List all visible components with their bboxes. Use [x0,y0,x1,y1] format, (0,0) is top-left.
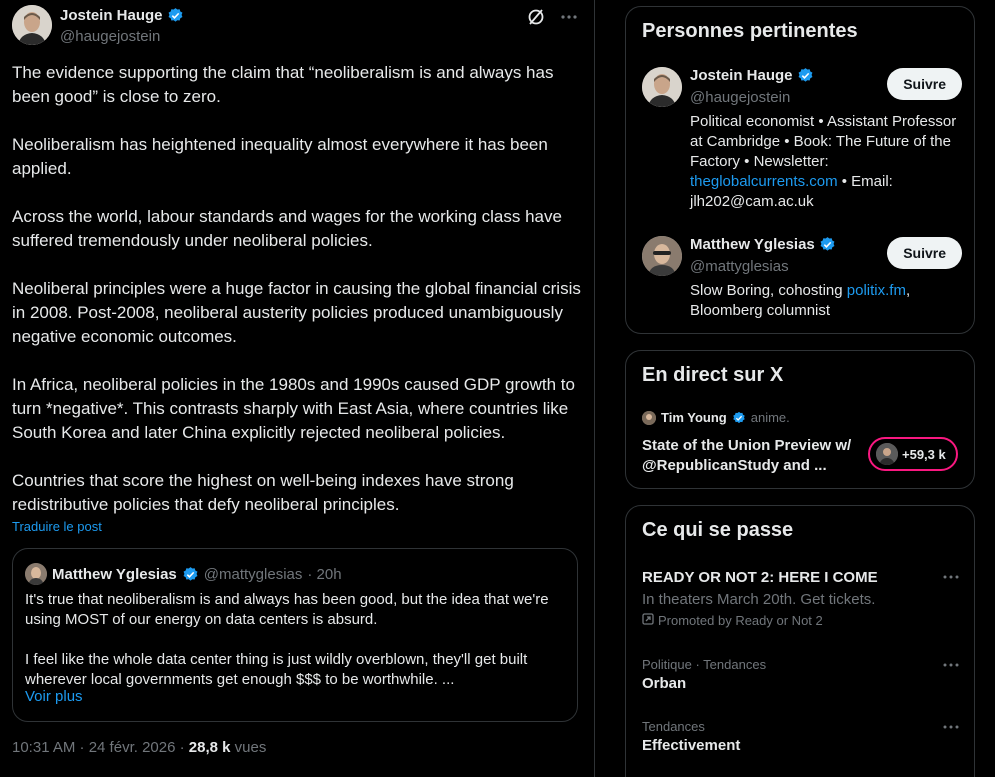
quoted-tweet[interactable]: Matthew Yglesias @mattyglesias · 20h It'… [12,548,578,722]
grok-icon[interactable] [526,7,546,32]
promoted-icon [642,612,654,630]
person-name[interactable]: Jostein Hauge [690,67,814,84]
trend-title: Orban [642,675,687,692]
tweet-header: Jostein Hauge @haugejostein [12,5,582,49]
host-name: Tim Young [661,410,727,425]
trend-item[interactable]: Tendances Effectivement [642,718,962,756]
quoted-author-handle: @mattyglesias [203,565,303,583]
relevant-people-title: Personnes pertinentes [642,20,858,42]
verified-badge-icon [167,7,184,24]
listener-avatar [876,443,898,465]
whats-happening-card: Ce qui se passe READY OR NOT 2: HERE I C… [625,505,975,777]
quoted-tweet-age: · 20h [307,565,342,583]
tweet-paragraph: The evidence supporting the claim that “… [12,63,554,106]
person-name[interactable]: Matthew Yglesias [690,236,836,253]
tweet-paragraph: Neoliberalism has heightened inequality … [12,135,548,178]
promoted-text: Promoted by Ready or Not 2 [658,613,823,628]
trend-title: READY OR NOT 2: HERE I COME [642,569,878,586]
listener-badge[interactable]: +59,3 k [868,437,958,471]
quoted-tweet-text: It's true that neoliberalism is and alwa… [25,590,570,690]
tweet-text: The evidence supporting the claim that “… [12,61,584,517]
person-handle[interactable]: @haugejostein [690,89,790,106]
verified-badge-icon [182,566,199,583]
more-options-icon[interactable] [560,8,578,31]
quoted-tweet-header: Matthew Yglesias @mattyglesias · 20h [25,563,342,585]
trend-category: Tendances [642,719,705,734]
person-name-text[interactable]: Jostein Hauge [690,67,793,84]
trend-category: Politique · Tendances [642,657,767,672]
promoted-line: Promoted by Ready or Not 2 [642,612,962,630]
person-name-text[interactable]: Matthew Yglesias [690,236,815,253]
host-status: anime. [750,410,790,425]
live-card[interactable]: En direct sur X Tim Young anime. State o… [625,350,975,489]
views-label: vues [230,739,267,756]
more-options-icon[interactable] [942,656,960,674]
trend-item[interactable]: READY OR NOT 2: HERE I COME In theaters … [642,568,962,630]
tweet-paragraph: Across the world, labour standards and w… [12,207,562,250]
quoted-paragraph: I feel like the whole data center thing … [25,651,528,688]
relevant-people-card: Personnes pertinentes Jostein Hauge @hau… [625,6,975,334]
follow-button[interactable]: Suivre [887,68,962,100]
tweet-paragraph: Countries that score the highest on well… [12,471,514,514]
tweet-paragraph: In Africa, neoliberal policies in the 19… [12,375,575,442]
author-avatar[interactable] [12,5,52,45]
host-avatar [642,410,656,425]
live-space-title[interactable]: State of the Union Preview w/ @Republica… [642,436,857,476]
more-options-icon[interactable] [942,718,960,736]
tweet-timestamp[interactable]: 10:31 AM · 24 févr. 2026 · [12,739,189,756]
person-bio: Political economist • Assistant Professo… [690,112,960,212]
person-avatar[interactable] [642,236,682,276]
translate-post-link[interactable]: Traduire le post [12,519,102,534]
listener-count: +59,3 k [902,446,946,462]
quoted-paragraph: It's true that neoliberalism is and alwa… [25,591,549,628]
person-bio: Slow Boring, cohosting politix.fm, Bloom… [690,281,960,321]
verified-badge-icon [819,236,836,253]
author-name-text[interactable]: Jostein Hauge [60,7,163,24]
bio-link[interactable]: politix.fm [847,282,906,299]
bio-text: Political economist • Assistant Professo… [690,113,957,170]
tweet-column: Jostein Hauge @haugejostein The evidence… [0,0,595,777]
bio-link[interactable]: theglobalcurrents.com [690,173,838,190]
tweet-meta: 10:31 AM · 24 févr. 2026 · 28,8 k vues [12,739,266,756]
whats-happening-title: Ce qui se passe [642,519,794,541]
show-more-link[interactable]: Voir plus [25,688,83,705]
tweet-paragraph: Neoliberal principles were a huge factor… [12,279,581,346]
trend-description: In theaters March 20th. Get tickets. [642,591,876,608]
live-host-row: Tim Young anime. [642,410,790,425]
trend-item[interactable]: Politique · Tendances Orban [642,656,962,694]
bio-text: Slow Boring, cohosting [690,282,847,299]
person-avatar[interactable] [642,67,682,107]
more-options-icon[interactable] [942,568,960,586]
person-handle[interactable]: @mattyglesias [690,258,789,275]
verified-badge-icon [732,411,746,425]
author-handle[interactable]: @haugejostein [60,28,160,45]
view-count: 28,8 k [188,739,231,756]
quoted-author-name: Matthew Yglesias [52,565,177,583]
tweet-header-actions [526,7,578,32]
live-card-title: En direct sur X [642,364,784,386]
quoted-author-avatar [25,563,47,585]
verified-badge-icon [797,67,814,84]
author-name[interactable]: Jostein Hauge [60,7,184,24]
trend-title: Effectivement [642,737,741,754]
follow-button[interactable]: Suivre [887,237,962,269]
